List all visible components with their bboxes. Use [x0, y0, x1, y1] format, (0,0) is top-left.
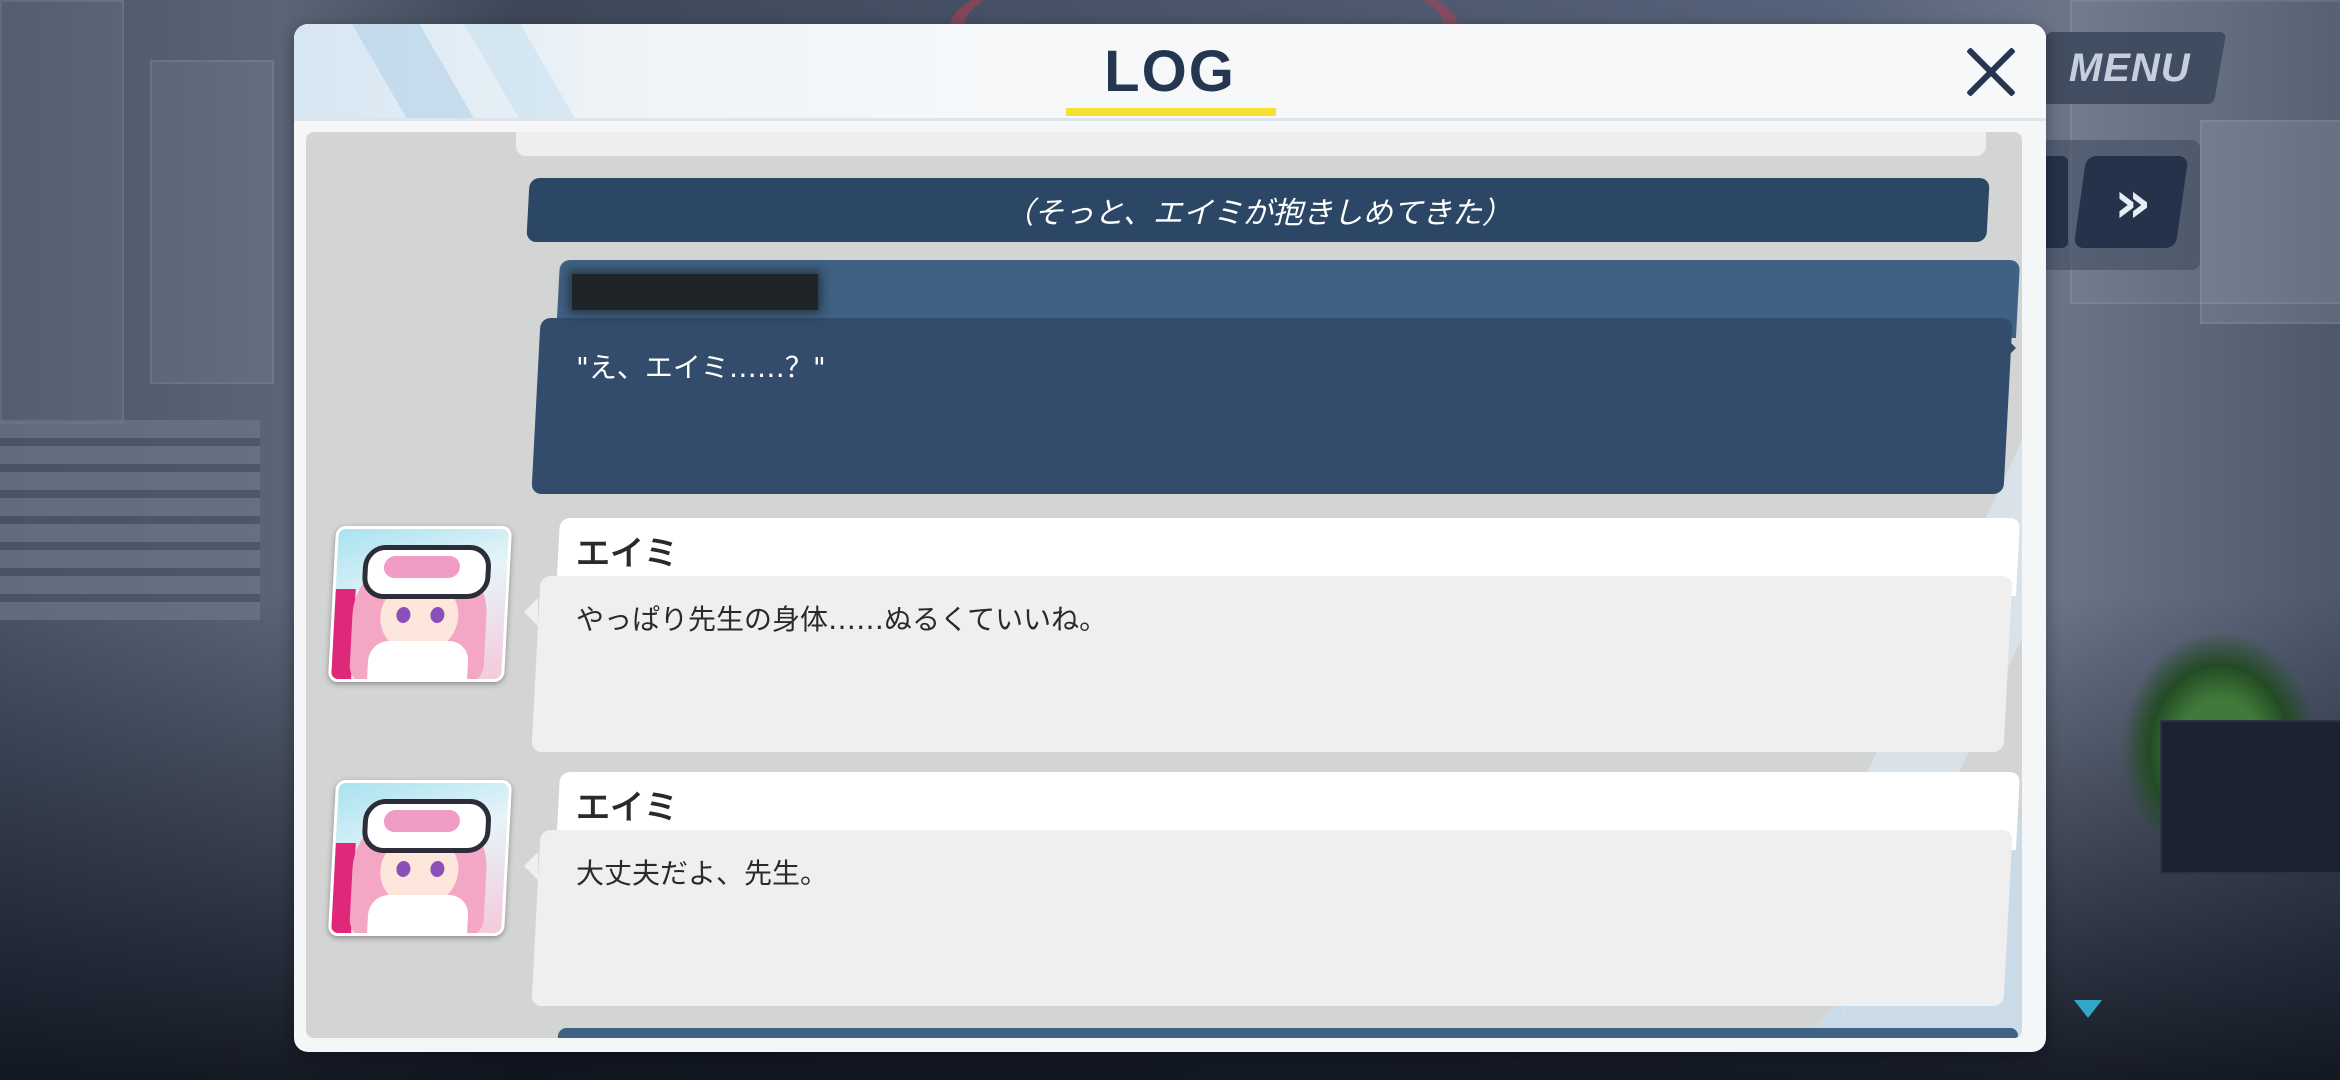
eimi-portrait	[327, 780, 513, 936]
log-header: LOG	[294, 24, 2046, 121]
log-entry: エイミ 大丈夫だよ、先生。	[306, 772, 2022, 1012]
narration-text: （そっと、エイミが抱きしめてきた）	[1004, 196, 1512, 231]
speech-pointer	[524, 852, 538, 880]
log-title: LOG	[1104, 39, 1236, 104]
speech-pointer	[2000, 332, 2016, 364]
background-planter	[2160, 720, 2340, 874]
title-underline	[1066, 108, 1276, 116]
log-entry: エイミ やっぱり先生の身体……ぬるくていいね。	[306, 518, 2022, 758]
dialogue-text: "え、エイミ……？"	[576, 351, 826, 384]
speaker-name: エイミ	[576, 788, 678, 828]
background-stairs	[0, 420, 260, 620]
dialogue-box	[531, 318, 2013, 494]
log-window: LOG （そっと、エイミが抱きしめてきた） "え、エイミ……？" エイミ やっぱ…	[294, 24, 2046, 1052]
double-chevron-right-icon: »	[2114, 168, 2134, 236]
narration-bar: （そっと、エイミが抱きしめてきた）	[526, 178, 1990, 242]
speech-pointer	[524, 598, 538, 626]
scroll-down-icon	[2074, 1000, 2102, 1018]
log-list[interactable]: （そっと、エイミが抱きしめてきた） "え、エイミ……？" エイミ やっぱり先生の…	[306, 132, 2022, 1038]
menu-label: MENU	[2069, 45, 2191, 90]
eimi-portrait	[327, 526, 513, 682]
log-entry: "え、エイミ……？"	[306, 260, 2022, 496]
redacted-speaker-name	[572, 274, 818, 310]
skip-button[interactable]: »	[2073, 156, 2189, 248]
dialogue-text: やっぱり先生の身体……ぬるくていいね。	[576, 603, 1108, 636]
close-icon[interactable]	[1954, 36, 2026, 108]
previous-entry-tail	[516, 132, 1986, 156]
speaker-name: エイミ	[576, 534, 678, 574]
background-wall	[150, 60, 274, 384]
background-wall	[0, 0, 124, 424]
dialogue-text: 大丈夫だよ、先生。	[576, 857, 829, 890]
menu-button[interactable]: MENU	[2033, 32, 2227, 104]
background-window	[2200, 120, 2340, 324]
next-entry-tail	[557, 1028, 2019, 1038]
